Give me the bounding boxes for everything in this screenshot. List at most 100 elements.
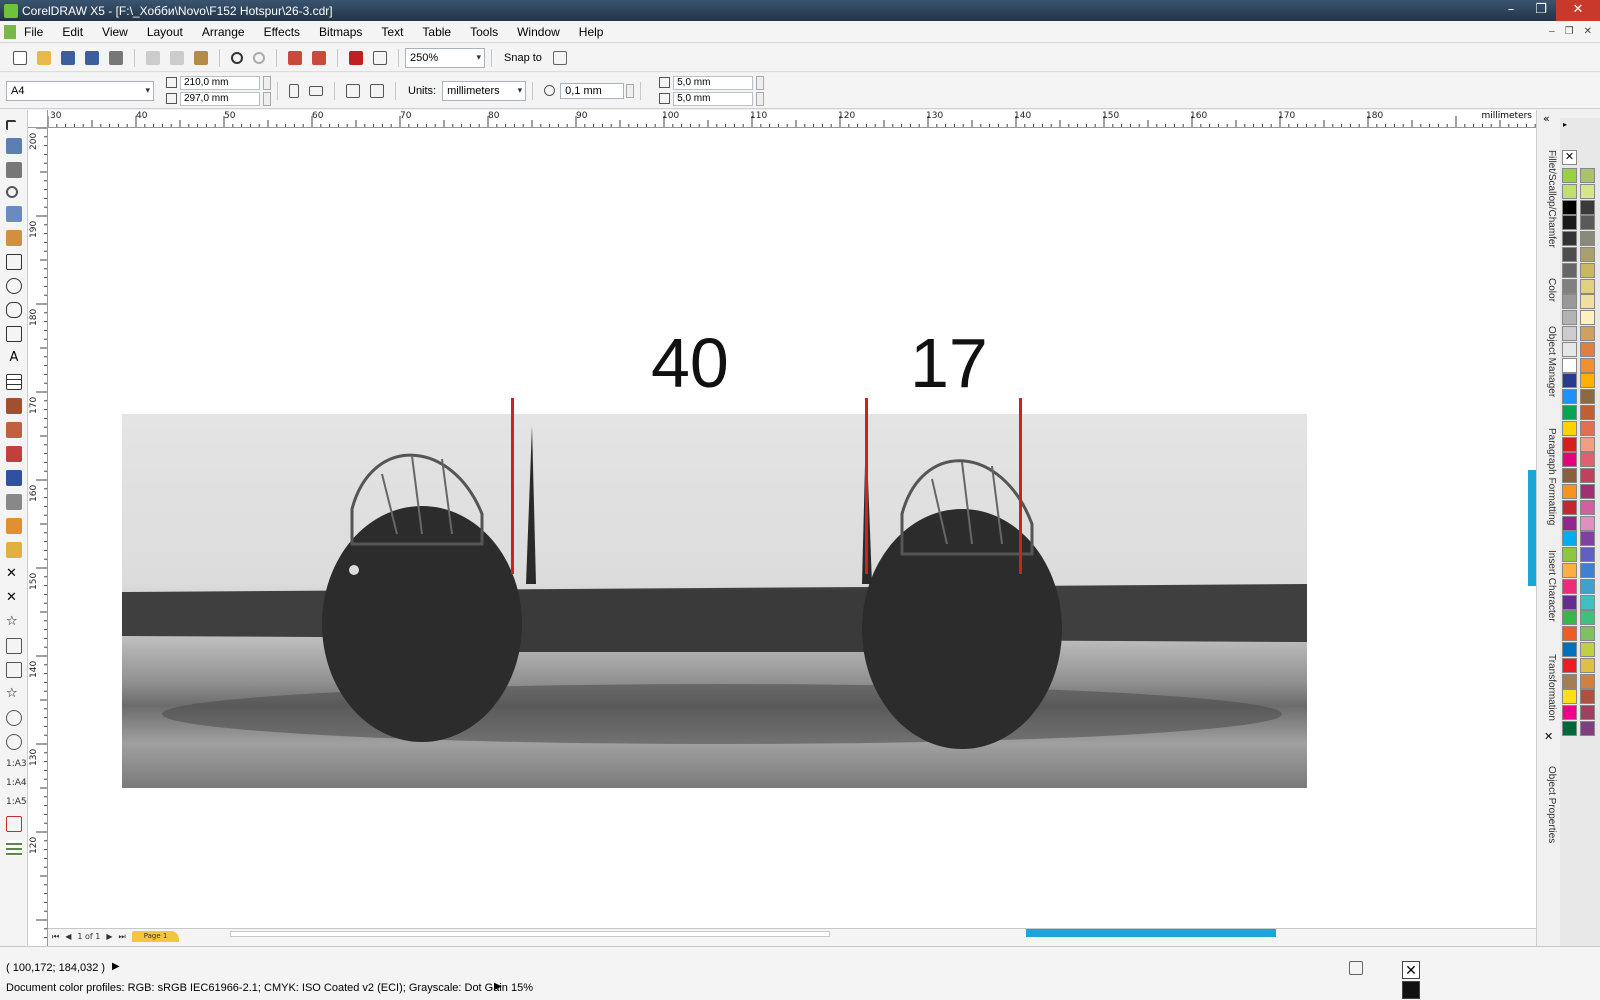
text-tool-icon[interactable]: A [6,350,22,366]
dup-y-spinner[interactable] [756,91,765,106]
color-swatch[interactable] [1580,326,1595,341]
red-marker-line[interactable] [865,398,868,574]
doc-close-button[interactable]: ✕ [1584,26,1592,37]
color-swatch[interactable] [1580,610,1595,626]
color-swatch[interactable] [1562,689,1577,705]
menu-text[interactable]: Text [381,25,403,39]
duplicate-x-field[interactable]: 5,0 mm [673,75,754,90]
color-swatch[interactable] [1580,357,1595,373]
spiral-2-icon[interactable] [6,734,22,750]
save-as-icon[interactable] [85,50,99,65]
interactive-fill-tool-icon[interactable] [6,542,22,558]
application-launcher-icon[interactable] [349,50,363,65]
docker-tab-object-manager[interactable]: Object Manager [1546,326,1557,397]
dimension-tool-icon[interactable] [6,398,22,414]
freehand-tool-icon[interactable] [6,206,22,222]
landscape-icon[interactable] [309,85,323,96]
next-page-icon[interactable]: ▶ [106,932,112,941]
nudge-distance-field[interactable]: 0,1 mm [560,82,625,99]
color-swatch[interactable] [1580,168,1595,183]
import-icon[interactable] [288,50,302,65]
units-combo[interactable]: millimeters ▾ [442,80,527,101]
color-swatch[interactable] [1580,294,1595,310]
color-swatch[interactable] [1562,405,1577,420]
last-page-icon[interactable]: ⏭ [119,932,126,942]
red-marker-line[interactable] [1019,398,1022,574]
color-swatch[interactable] [1580,705,1595,721]
color-swatch[interactable] [1562,310,1577,326]
expand-arrow-icon[interactable]: ▶ [494,981,502,992]
nudge-spinner[interactable] [626,83,635,98]
color-swatch[interactable] [1580,484,1595,499]
basic-shapes-tool-icon[interactable] [6,326,22,342]
color-swatch[interactable] [1562,484,1577,499]
color-swatch[interactable] [1562,357,1577,373]
zoom-level-combo[interactable]: 250% ▾ [405,47,485,68]
horizontal-ruler[interactable]: 30 40 50 60 70 80 90 100 110 120 130 140… [48,110,1536,128]
width-spinner[interactable] [263,75,271,90]
color-swatch[interactable] [1562,515,1577,531]
color-swatch[interactable] [1562,215,1577,231]
color-swatch[interactable] [1562,373,1577,389]
no-fill-icon[interactable] [6,816,22,832]
color-swatch[interactable] [1562,341,1577,357]
page-size-combo[interactable]: A4 ▾ [6,80,154,101]
new-icon[interactable] [13,50,27,65]
menu-edit[interactable]: Edit [62,25,83,39]
list-icon[interactable] [6,840,22,856]
ellipse-tool-icon[interactable] [6,278,22,294]
color-swatch[interactable] [1580,183,1595,199]
fill-tool-icon[interactable] [6,518,22,534]
color-swatch[interactable] [1562,183,1577,199]
snapshot-icon[interactable] [1349,961,1363,975]
a3-preset[interactable]: 1:A3 [6,759,27,769]
color-swatch[interactable] [1562,468,1577,484]
menu-window[interactable]: Window [517,25,560,39]
fill-none-indicator[interactable]: ✕ [1402,961,1420,979]
color-swatch[interactable] [1580,642,1595,657]
color-profile-info[interactable]: Document color profiles: RGB: sRGB IEC61… [6,982,533,994]
docker-close-icon[interactable]: ✕ [1544,730,1553,743]
menu-effects[interactable]: Effects [264,25,300,39]
color-swatch[interactable] [1562,610,1577,626]
zoom-tool-icon[interactable] [6,186,18,198]
docker-tab-transformation[interactable]: Transformation [1546,654,1557,721]
color-swatch[interactable] [1580,547,1595,563]
color-swatch[interactable] [1580,468,1595,484]
connector-tool-icon[interactable] [6,422,22,438]
table-tool-icon[interactable] [6,374,22,390]
page-tab[interactable]: Page 1 [131,931,180,942]
export-icon[interactable] [312,50,326,65]
color-swatch[interactable] [1562,499,1577,515]
color-swatch[interactable] [1580,215,1595,231]
docker-collapse-icon[interactable]: « [1543,112,1550,125]
color-swatch[interactable] [1580,199,1595,215]
color-swatch[interactable] [1580,373,1595,389]
color-swatch[interactable] [1562,721,1577,736]
color-swatch[interactable] [1580,657,1595,673]
color-swatch[interactable] [1562,673,1577,689]
a5-preset[interactable]: 1:A5 [6,797,27,807]
measurement-label-left[interactable]: 40 [651,323,729,403]
color-swatch[interactable] [1580,563,1595,578]
portrait-icon[interactable] [289,83,299,98]
color-swatch[interactable] [1562,420,1577,436]
outline-tool-icon[interactable] [6,494,22,510]
doc-minimize-button[interactable]: – [1549,26,1555,37]
color-swatch[interactable] [1562,578,1577,594]
smart-fill-tool-icon[interactable] [6,230,22,246]
menu-arrange[interactable]: Arrange [202,25,245,39]
color-swatch[interactable] [1580,452,1595,468]
cross-marker-icon[interactable]: ✕ [6,566,22,582]
current-page-icon[interactable] [370,83,384,98]
color-swatch[interactable] [1562,657,1577,673]
undo-icon[interactable] [231,51,243,64]
color-swatch[interactable] [1580,310,1595,326]
previous-page-icon[interactable]: ◀ [65,932,71,941]
color-swatch[interactable] [1562,247,1577,262]
crop-tool-icon[interactable] [6,162,22,178]
color-swatch[interactable] [1562,278,1577,294]
no-color-swatch[interactable]: ✕ [1562,150,1577,165]
drawing-canvas[interactable]: 40 17 [48,128,1536,928]
menu-view[interactable]: View [102,25,128,39]
